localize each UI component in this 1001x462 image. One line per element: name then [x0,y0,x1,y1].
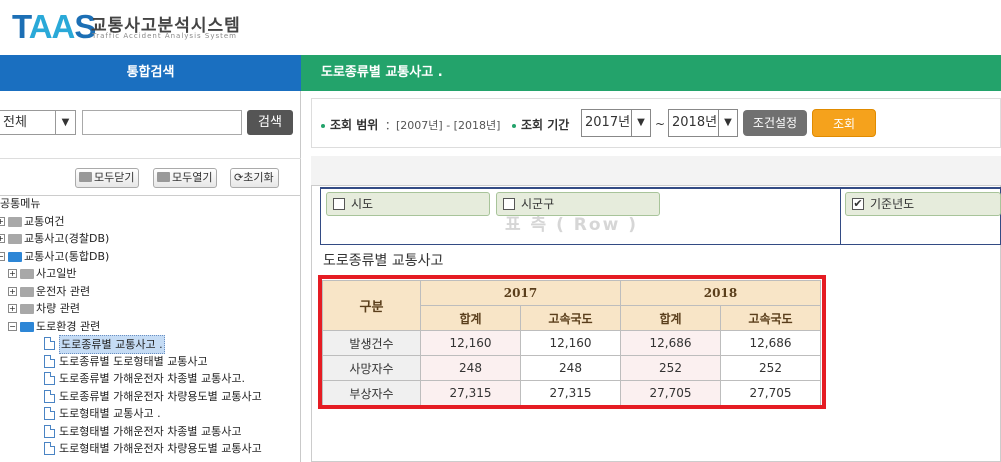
refresh-icon: ⟳ [234,171,244,184]
expand-icon[interactable]: + [8,286,17,296]
range-label: 조회 범위 [330,118,379,132]
pivot-field-strip [311,156,1001,186]
tree-item-label: 공통메뉴 [0,197,41,210]
checkbox-unchecked-icon[interactable] [503,197,515,210]
tree-folder-item[interactable]: + 차량 관련 [0,300,301,317]
checkbox-checked-icon[interactable]: ✔ [852,197,864,210]
bullet-icon [512,124,516,128]
reset-button[interactable]: ⟳초기화 [230,168,279,188]
tree-item-label: 도로종류별 가해운전자 차량용도별 교통사고 [59,389,262,403]
divider [0,195,301,196]
menu-tree: 공통메뉴 + 교통여건 + 교통사고(경찰DB) − 교통사고(통합DB) + 사고일반 + 운전자… [0,197,301,462]
folder-open-icon [157,172,170,182]
tree-folder-item[interactable]: + 교통여건 [0,213,301,230]
tree-item-label: 도로형태별 교통사고 . [59,407,161,420]
folder-open-icon [20,321,34,332]
folder-icon [79,172,92,182]
field-chip-sigungu[interactable]: 시군구 [496,192,660,216]
search-button[interactable]: 검색 [247,110,293,135]
search-input[interactable] [82,110,242,135]
range-tilde: ~ [655,117,666,131]
search-scope-value: 전체 [3,115,27,130]
expand-all-button[interactable]: 모두열기 [153,168,218,188]
table-title: 도로종류별 교통사고 [323,253,444,269]
folder-icon [20,286,34,297]
tree-folder-item[interactable]: − 도로환경 관련 [0,318,301,335]
tree-leaf-item[interactable]: 도로형태별 가해운전자 차량용도별 교통사고 [0,440,301,457]
tree-item-label: 도로형태별 가해운전자 차종별 교통사고 [59,424,242,438]
collapse-icon[interactable]: − [8,321,17,331]
tree-leaf-item[interactable]: 도로형태별 교통사고 . [0,405,301,422]
document-icon [44,372,55,385]
folder-icon [8,216,22,227]
tree-leaf-item[interactable]: 도로종류별 가해운전자 차종별 교통사고. [0,370,301,387]
expand-icon[interactable]: + [0,234,5,243]
tree-item-label: 도로종류별 가해운전자 차종별 교통사고. [59,372,246,385]
document-icon [44,337,55,350]
tree-leaf-item[interactable]: 도로종류별 가해운전자 차량용도별 교통사고 [0,388,301,405]
tree-folder-item[interactable]: 공통메뉴 [0,197,301,212]
chevron-down-icon[interactable]: ▼ [55,111,75,134]
folder-icon [8,234,22,244]
range-value: ：[2007년] - [2018년] [385,119,501,132]
tree-leaf-item[interactable]: 도로종류별 도로형태별 교통사고 [0,353,301,370]
collapse-all-button[interactable]: 모두닫기 [75,168,140,188]
to-year-select[interactable]: 2018년 ▼ [668,109,738,137]
tree-item-label: 사고일반 [36,267,77,280]
tree-item-label: 교통사고(통합DB) [24,249,110,263]
left-panel-title: 통합검색 [0,55,301,91]
app-subtitle: Traffic Accident Analysis System [92,32,237,40]
tree-leaf-item[interactable]: 도로형태별 가해운전자 차종별 교통사고 [0,423,301,440]
checkbox-unchecked-icon[interactable] [333,197,345,210]
document-icon [44,354,55,368]
tree-item-label: 운전자 관련 [36,284,91,298]
tree-item-label: 도로환경 관련 [36,319,101,333]
expand-icon[interactable]: + [0,216,5,226]
page-title: 도로종류별 교통사고 . [301,55,1001,91]
highlight-box [318,275,826,409]
folder-icon [20,304,34,314]
tree-folder-item[interactable]: + 운전자 관련 [0,283,301,300]
from-year-select[interactable]: 2017년 ▼ [581,109,651,137]
expand-icon[interactable]: + [8,269,17,278]
search-scope-select[interactable]: 전체 ▼ [0,110,76,135]
tree-leaf-item[interactable]: 도로종류별 교통사고 . [0,335,301,354]
expand-icon[interactable]: + [8,304,17,313]
tree-folder-item[interactable]: − 교통사고(통합DB) [0,248,301,265]
folder-icon [20,269,34,279]
tree-item-label: 도로종류별 교통사고 . [59,335,165,354]
tree-folder-item[interactable]: + 사고일반 [0,265,301,282]
condition-settings-button[interactable]: 조건설정 [743,110,807,136]
chevron-down-icon[interactable]: ▼ [718,110,737,136]
query-button[interactable]: 조회 [812,109,876,137]
tree-item-label: 차량 관련 [36,302,80,315]
bullet-icon [321,124,325,128]
document-icon [44,389,55,403]
folder-open-icon [8,251,22,262]
tree-folder-item[interactable]: + 교통사고(경찰DB) [0,230,301,247]
document-icon [44,424,55,438]
tree-item-label: 교통여건 [24,214,65,228]
tree-item-label: 도로종류별 도로형태별 교통사고 [59,354,208,368]
period-label: 조회 기간 [521,118,570,132]
document-icon [44,407,55,420]
chevron-down-icon[interactable]: ▼ [631,110,650,136]
collapse-icon[interactable]: − [0,251,5,261]
field-chip-base-year[interactable]: ✔ 기준년도 [845,192,1001,216]
tree-item-label: 교통사고(경찰DB) [24,232,110,245]
field-chip-sido[interactable]: 시도 [326,192,490,216]
tree-item-label: 도로형태별 가해운전자 차량용도별 교통사고 [59,442,262,455]
divider [0,158,301,159]
logo[interactable]: TAAS [12,10,96,44]
document-icon [44,442,55,455]
